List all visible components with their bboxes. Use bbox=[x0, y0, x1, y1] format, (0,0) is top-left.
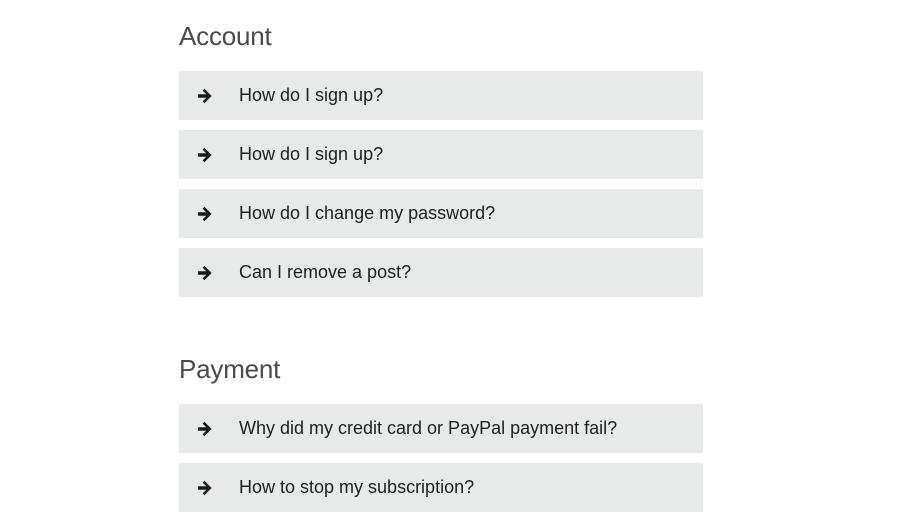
faq-item[interactable]: How do I change my password? bbox=[179, 189, 703, 238]
faq-item[interactable]: Why did my credit card or PayPal payment… bbox=[179, 404, 703, 453]
faq-question: How to stop my subscription? bbox=[239, 477, 475, 497]
arrow-right-icon bbox=[179, 206, 239, 222]
faq-question: How do I change my password? bbox=[239, 203, 496, 223]
faq-question: Can I remove a post? bbox=[239, 262, 412, 282]
arrow-right-icon bbox=[179, 421, 239, 437]
faq-question: How do I sign up? bbox=[239, 85, 384, 105]
faq-section-account: Account How do I sign up? How do I sign … bbox=[179, 0, 703, 297]
arrow-right-icon bbox=[179, 88, 239, 104]
faq-question: How do I sign up? bbox=[239, 144, 384, 164]
faq-list-account: How do I sign up? How do I sign up? How … bbox=[179, 71, 703, 297]
faq-item[interactable]: How do I sign up? bbox=[179, 71, 703, 120]
faq-item[interactable]: Can I remove a post? bbox=[179, 248, 703, 297]
faq-item[interactable]: How do I sign up? bbox=[179, 130, 703, 179]
faq-list-payment: Why did my credit card or PayPal payment… bbox=[179, 404, 703, 512]
faq-section-payment: Payment Why did my credit card or PayPal… bbox=[179, 333, 703, 512]
section-heading-payment: Payment bbox=[179, 354, 281, 384]
arrow-right-icon bbox=[179, 480, 239, 496]
faq-item[interactable]: How to stop my subscription? bbox=[179, 463, 703, 512]
faq-container: Account How do I sign up? How do I sign … bbox=[179, 0, 703, 512]
section-heading-account: Account bbox=[179, 21, 272, 51]
arrow-right-icon bbox=[179, 265, 239, 281]
faq-question: Why did my credit card or PayPal payment… bbox=[239, 418, 618, 438]
arrow-right-icon bbox=[179, 147, 239, 163]
